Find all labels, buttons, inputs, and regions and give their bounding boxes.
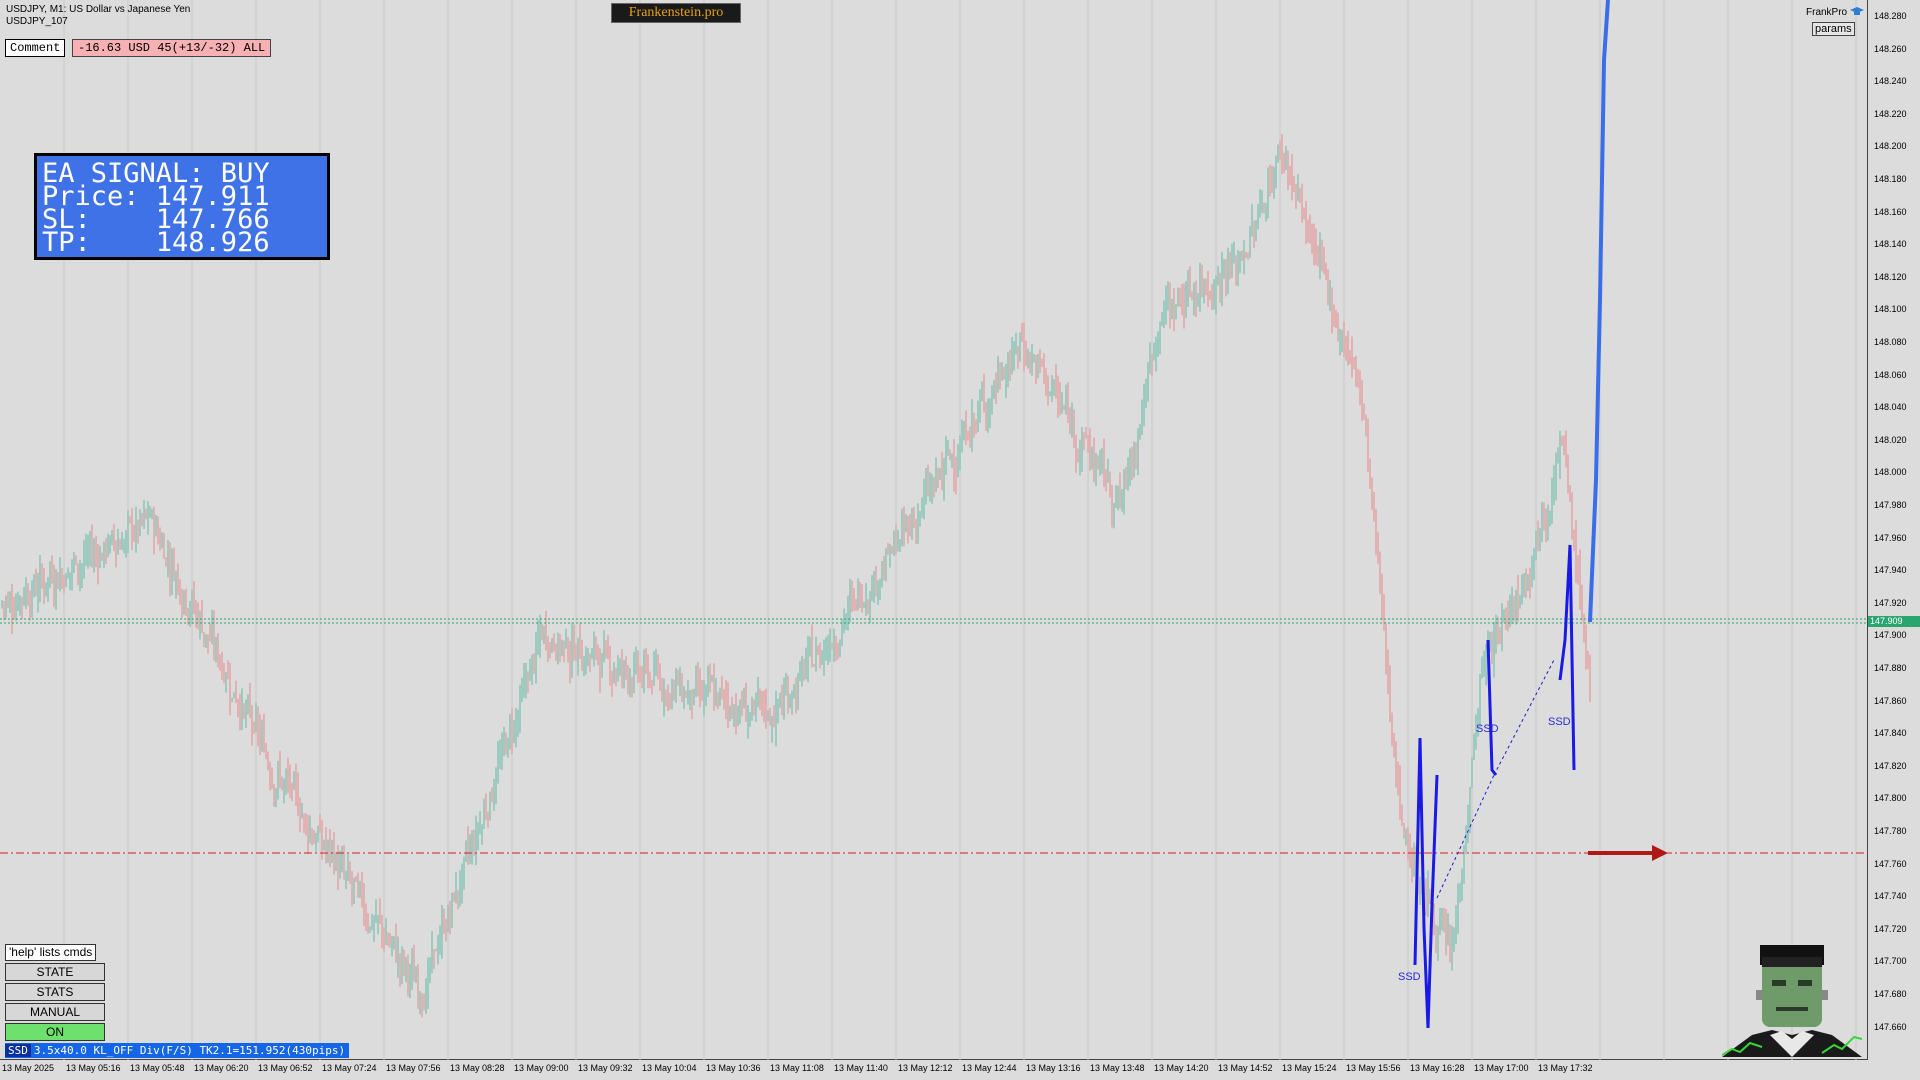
price-tick-label: 148.100 [1874, 304, 1907, 315]
time-tick-label: 13 May 12:12 [898, 1063, 953, 1073]
price-tick-label: 148.040 [1874, 402, 1907, 413]
price-tick-label: 147.680 [1874, 989, 1907, 999]
status-tag: SSD [5, 1044, 31, 1057]
price-tick-label: 147.740 [1874, 891, 1907, 902]
time-tick-label: 13 May 15:24 [1282, 1063, 1337, 1073]
time-tick-label: 13 May 13:16 [1026, 1063, 1081, 1073]
frankenstein-avatar [1722, 945, 1862, 1057]
time-tick-label: 13 May 07:56 [386, 1063, 441, 1073]
price-tick-label: 148.160 [1874, 206, 1907, 217]
ea-signal-panel: EA SIGNAL: BUY Price: 147.911 SL: 147.76… [34, 153, 330, 260]
price-tick-label: 147.700 [1874, 956, 1907, 967]
comment-label: Comment [5, 39, 66, 57]
current-price-label: 147.909 [1868, 616, 1920, 627]
time-tick-label: 13 May 12:44 [962, 1063, 1017, 1073]
time-tick-label: 13 May 16:28 [1410, 1063, 1465, 1073]
price-tick-label: 147.920 [1874, 597, 1907, 608]
projection-line [1436, 774, 1495, 899]
ssd-label: SSD [1548, 716, 1571, 728]
ssd-label: SSD [1476, 723, 1499, 735]
price-tick-label: 147.980 [1874, 500, 1907, 510]
params-button[interactable]: params [1812, 22, 1855, 36]
comment-value: -16.63 USD 45(+13/-32) ALL [72, 39, 272, 57]
frankpro-name: FrankPro [1806, 7, 1848, 18]
take-profit-trajectory [1588, 0, 1610, 623]
price-tick-label: 147.780 [1874, 826, 1907, 836]
price-tick-label: 147.900 [1874, 630, 1907, 641]
help-label: 'help' lists cmds [5, 944, 97, 961]
price-tick-label: 148.000 [1874, 467, 1907, 478]
time-tick-label: 13 May 05:48 [130, 1063, 185, 1073]
time-tick-label: 13 May 09:00 [514, 1063, 569, 1073]
time-tick-label: 13 May 14:20 [1154, 1063, 1209, 1073]
price-tick-label: 148.180 [1874, 174, 1907, 184]
zigzag-ssd-3 [1558, 544, 1576, 771]
time-tick-label: 13 May 06:52 [258, 1063, 313, 1073]
price-tick-label: 147.720 [1874, 923, 1907, 934]
price-tick-label: 147.760 [1874, 858, 1907, 869]
price-tick-label: 147.960 [1874, 532, 1907, 543]
price-tick-label: 147.840 [1874, 728, 1907, 739]
frankpro-label: FrankPro [1806, 7, 1864, 18]
price-tick-label: 148.280 [1874, 11, 1907, 21]
projection-line [1493, 657, 1556, 776]
time-tick-label: 13 May 2025 [2, 1063, 55, 1073]
price-tick-label: 147.820 [1874, 760, 1907, 771]
time-tick-label: 13 May 10:36 [706, 1063, 761, 1073]
stop-loss-arrowhead [1652, 845, 1668, 861]
graduation-cap-icon [1849, 7, 1864, 16]
state-button[interactable]: STATE [5, 963, 105, 981]
time-tick-label: 13 May 13:48 [1090, 1063, 1145, 1073]
price-tick-label: 147.660 [1874, 1021, 1907, 1032]
price-tick-label: 148.020 [1874, 434, 1907, 445]
manual-button[interactable]: MANUAL [5, 1003, 105, 1021]
time-tick-label: 13 May 15:56 [1346, 1063, 1401, 1073]
price-tick-label: 148.220 [1874, 108, 1907, 119]
time-tick-label: 13 May 05:16 [66, 1063, 121, 1073]
time-tick-label: 13 May 11:08 [770, 1063, 824, 1073]
status-bar: SSD 3.5x40.0 KL_OFF Div(F/S) TK2.1=151.95… [5, 1043, 350, 1058]
symbol-title: USDJPY, M1: US Dollar vs Japanese Yen [6, 4, 191, 15]
on-toggle-button[interactable]: ON [5, 1023, 105, 1041]
price-tick-label: 147.940 [1874, 565, 1907, 576]
price-tick-label: 148.260 [1874, 43, 1907, 54]
time-tick-label: 13 May 06:20 [194, 1063, 249, 1073]
time-tick-label: 13 May 17:32 [1538, 1063, 1593, 1073]
price-tick-label: 147.860 [1874, 695, 1907, 706]
price-tick-label: 147.880 [1874, 663, 1907, 673]
ssd-label: SSD [1398, 971, 1421, 983]
time-tick-label: 13 May 10:04 [642, 1063, 697, 1073]
price-tick-label: 148.080 [1874, 337, 1907, 347]
price-tick-label: 148.240 [1874, 76, 1907, 87]
time-tick-label: 13 May 14:52 [1218, 1063, 1273, 1073]
time-tick-label: 13 May 11:40 [834, 1063, 888, 1073]
time-tick-label: 13 May 17:00 [1474, 1063, 1529, 1073]
brand-label: Frankenstein.pro [611, 3, 741, 23]
status-text: 3.5x40.0 KL_OFF Div(F/S) TK2.1=151.952(4… [33, 1044, 346, 1057]
price-tick-label: 148.140 [1874, 239, 1907, 250]
price-tick-label: 148.200 [1874, 141, 1907, 152]
time-tick-label: 13 May 09:32 [578, 1063, 633, 1073]
time-tick-label: 13 May 08:28 [450, 1063, 505, 1073]
price-tick-label: 147.800 [1874, 793, 1907, 804]
signal-take-profit: TP: 148.926 [42, 227, 270, 258]
price-tick-label: 148.060 [1874, 369, 1907, 380]
time-tick-label: 13 May 07:24 [322, 1063, 377, 1073]
price-tick-label: 148.120 [1874, 271, 1907, 282]
account-label: USDJPY_107 [6, 16, 68, 27]
stats-button[interactable]: STATS [5, 983, 105, 1001]
